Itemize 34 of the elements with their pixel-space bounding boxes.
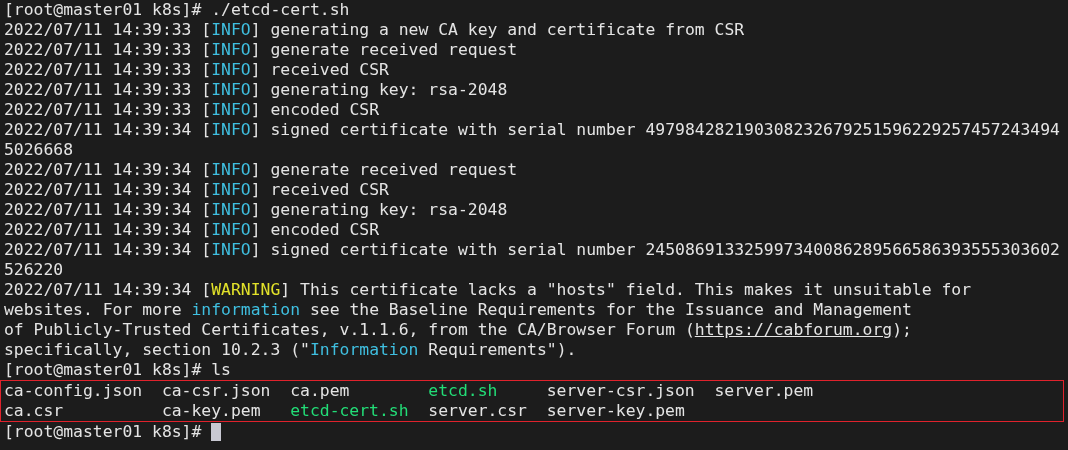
file-name: etcd-cert.sh — [290, 401, 409, 421]
terminal-line: 2022/07/11 14:39:34 [INFO] encoded CSR — [4, 220, 379, 240]
terminal-line: 2022/07/11 14:39:34 [INFO] signed certificate with serial number 245086913325997340086289566586393555303602 — [4, 240, 1060, 260]
terminal-line: websites. For more information see the Baseline Requirements for the Issuance and Management — [4, 300, 912, 320]
text-cursor — [211, 423, 222, 441]
terminal-line: [root@master01 k8s]# — [4, 422, 202, 442]
terminal-line: 2022/07/11 14:39:33 [INFO] received CSR — [4, 60, 389, 80]
file-name: server-key.pem — [546, 401, 685, 421]
file-name: ca-config.json — [4, 381, 143, 401]
terminal-line: 2022/07/11 14:39:33 [INFO] encoded CSR — [4, 100, 379, 120]
url-link[interactable]: https://cabforum.org — [694, 320, 893, 339]
terminal-line: 2022/07/11 14:39:34 [INFO] generating key: rsa-2048 — [4, 200, 508, 220]
file-name: ca.csr — [4, 401, 64, 421]
terminal-line: 5026668 — [4, 140, 74, 160]
terminal-line: [root@master01 k8s]# ls — [4, 360, 231, 380]
file-name: server.csr — [428, 401, 527, 421]
file-name: ca.pem — [290, 381, 350, 401]
terminal-text: of Publicly-Trusted Certificates, v.1.1.6, from the CA/Browser Forum ( — [4, 320, 695, 339]
terminal-line: 2022/07/11 14:39:34 [INFO] received CSR — [4, 180, 389, 200]
terminal-line: 526220 — [4, 260, 64, 280]
terminal-line: 2022/07/11 14:39:34 [INFO] generate received request — [4, 160, 518, 180]
file-name: server.pem — [714, 381, 814, 401]
file-name: etcd.sh — [428, 381, 498, 401]
terminal-line: 2022/07/11 14:39:34 [INFO] signed certificate with serial number 497984282190308232679251596229257457243494 — [4, 120, 1060, 140]
terminal-line: 2022/07/11 14:39:33 [INFO] generate received request — [4, 40, 518, 60]
file-name: ca-csr.json — [161, 381, 271, 401]
terminal-line: 2022/07/11 14:39:33 [INFO] generating key: rsa-2048 — [4, 80, 508, 100]
terminal-line: specifically, section 10.2.3 ("Information Requirements"). — [4, 340, 577, 360]
terminal-line: 2022/07/11 14:39:33 [INFO] generating a new CA key and certificate from CSR — [4, 20, 745, 40]
file-name: server-csr.json — [546, 381, 695, 401]
terminal-line: [root@master01 k8s]# ./etcd-cert.sh — [4, 0, 350, 20]
file-name: ca-key.pem — [161, 401, 261, 421]
terminal-text: ); — [892, 320, 912, 339]
terminal-line: 2022/07/11 14:39:34 [WARNING] This certificate lacks a "hosts" field. This makes it unsuitable for — [4, 280, 972, 300]
